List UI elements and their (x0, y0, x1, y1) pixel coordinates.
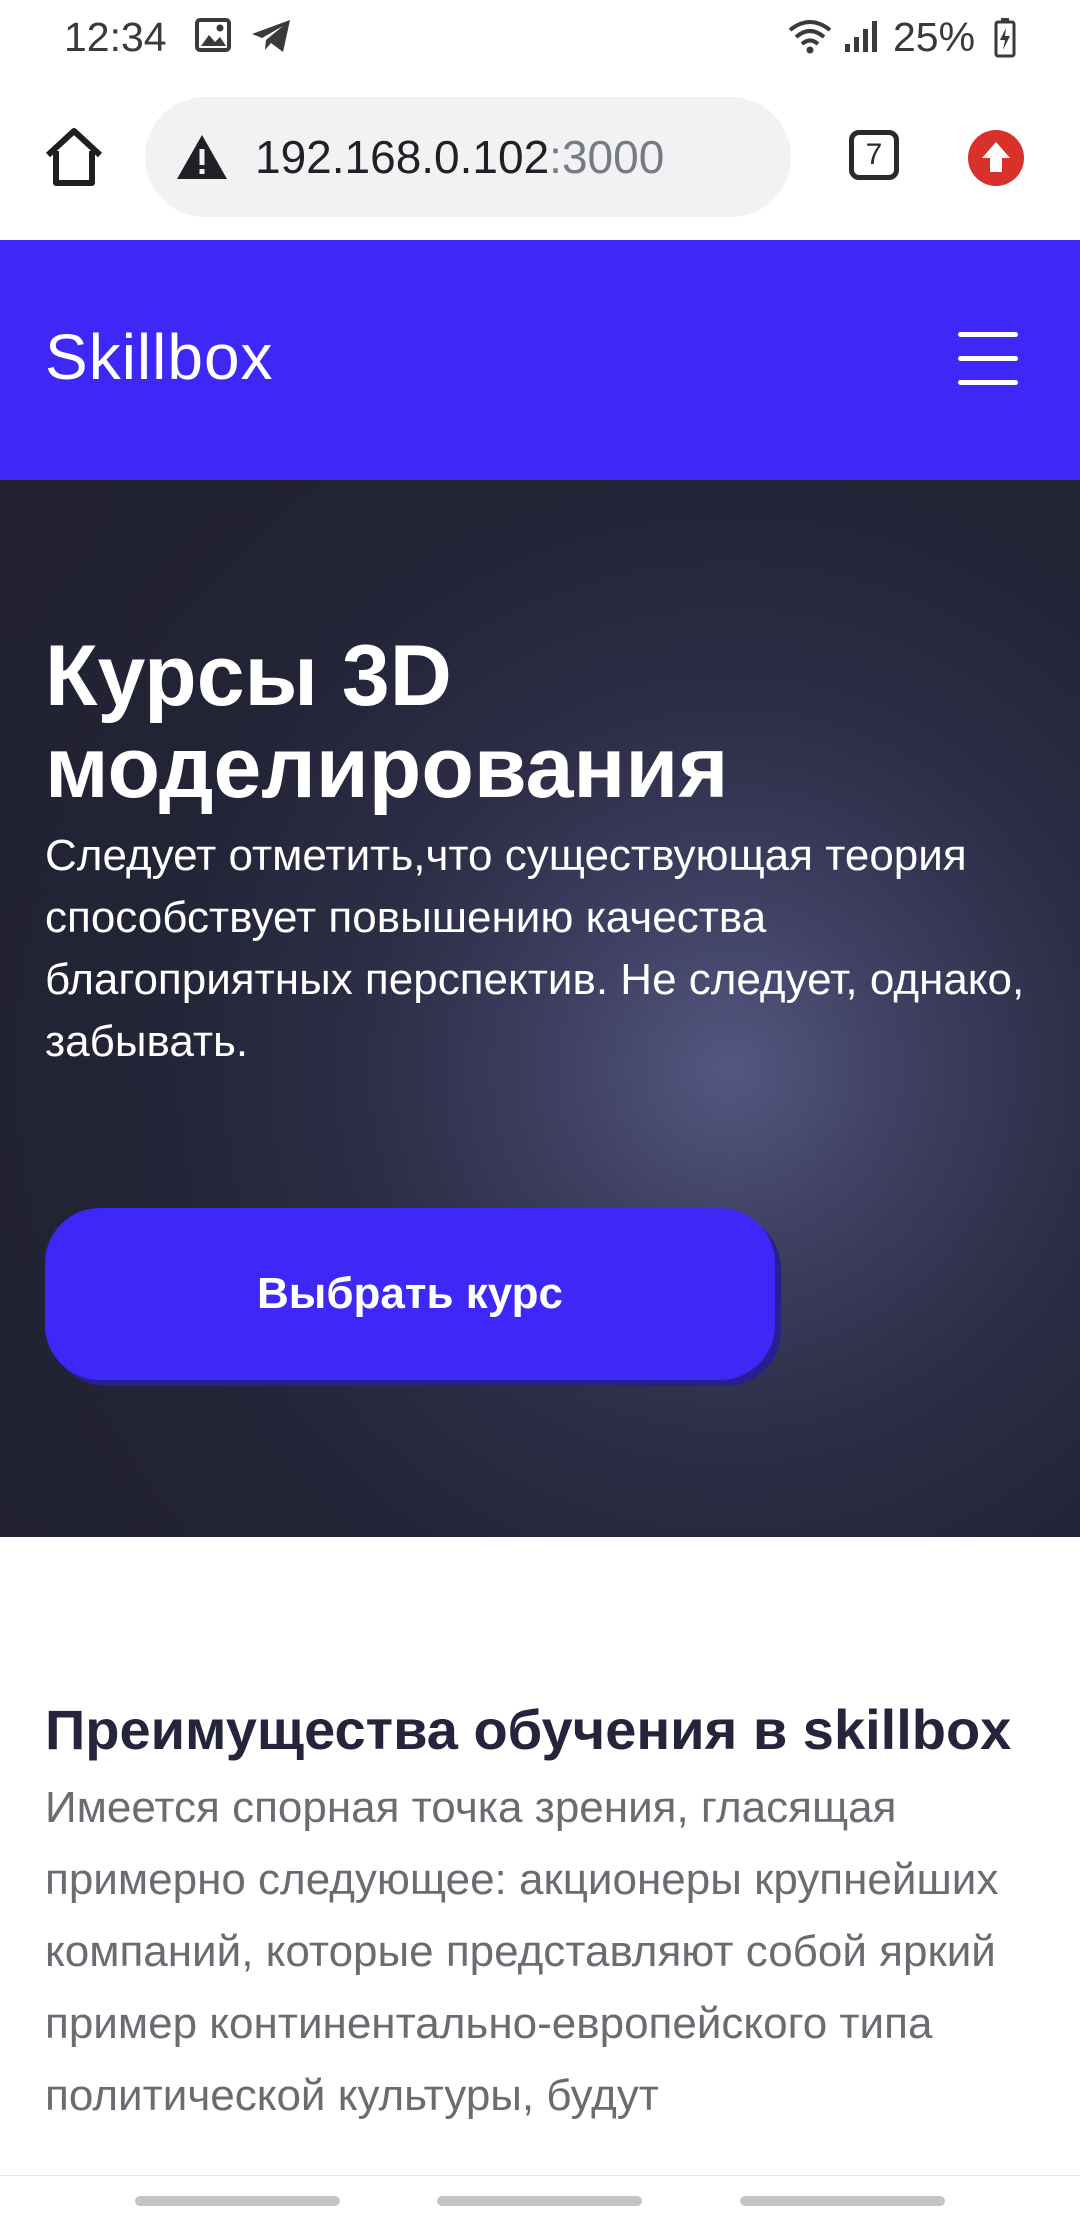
signal-icon (843, 18, 879, 59)
burger-line (958, 356, 1018, 361)
site-header: Skillbox (0, 240, 1080, 480)
tabs-icon[interactable]: 7 (849, 130, 899, 180)
update-icon[interactable] (968, 130, 1024, 186)
warning-icon[interactable] (175, 133, 229, 181)
home-icon[interactable] (40, 123, 108, 191)
choose-course-button[interactable]: Выбрать курс (45, 1208, 775, 1380)
url-host: 192.168.0.102 (255, 131, 550, 183)
nav-pill-center[interactable] (437, 2196, 642, 2206)
hamburger-icon[interactable] (958, 332, 1018, 386)
nav-pill-right[interactable] (740, 2196, 945, 2206)
tab-count: 7 (865, 138, 883, 171)
burger-line (958, 332, 1018, 337)
browser-toolbar: 192.168.0.102:3000 7 (0, 75, 1080, 240)
telegram-icon (250, 18, 292, 59)
address-bar[interactable]: 192.168.0.102:3000 (145, 97, 791, 217)
nav-pill-left[interactable] (135, 2196, 340, 2206)
url-port: :3000 (549, 131, 665, 183)
advantages-title: Преимущества обучения в skillbox (45, 1698, 1012, 1761)
advantages-section: Преимущества обучения в skillbox Имеется… (0, 1537, 1080, 2220)
battery-charging-icon (994, 18, 1016, 63)
image-icon (195, 18, 231, 57)
hero-title: Курсы 3D моделирования (45, 628, 729, 816)
status-bar: 12:34 25% (0, 0, 1080, 75)
gesture-nav-bar (0, 2175, 1080, 2221)
battery-percent: 25% (893, 14, 976, 60)
hero-section: Курсы 3D моделирования Следует отметить,… (0, 480, 1080, 1537)
advantages-text: Имеется спорная точка зрения, гласящая п… (45, 1783, 999, 2120)
logo[interactable]: Skillbox (45, 320, 274, 394)
url-text[interactable]: 192.168.0.102:3000 (255, 130, 664, 184)
wifi-icon (788, 18, 832, 59)
burger-line (958, 380, 1018, 385)
status-time: 12:34 (64, 14, 167, 60)
hero-text: Следует отметить,что существующая теория… (45, 831, 1025, 1066)
